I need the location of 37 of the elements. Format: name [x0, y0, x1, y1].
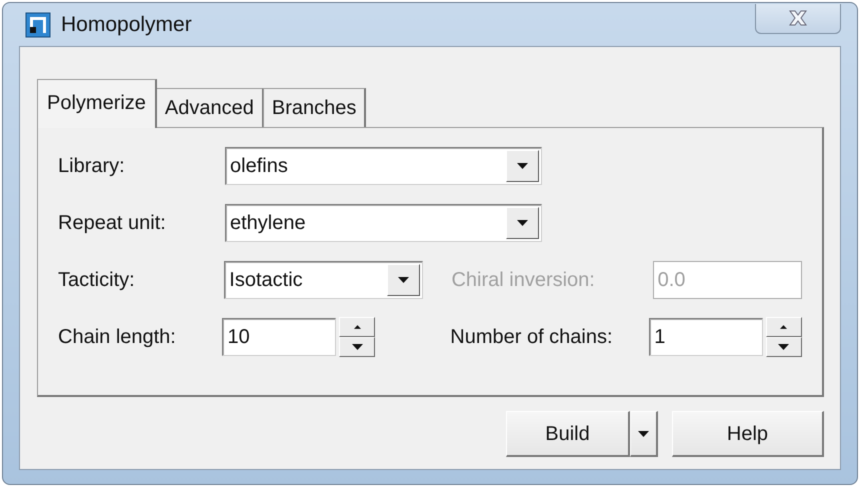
dropdown[interactable]: ethylene	[225, 204, 542, 242]
dropdown-arrow-button[interactable]	[506, 206, 539, 238]
input-field: 0.0	[652, 260, 802, 298]
tab[interactable]: Branches	[262, 88, 366, 127]
input-field[interactable]: 10	[222, 318, 336, 356]
help-button[interactable]: Help	[672, 411, 824, 457]
dropdown[interactable]: Isotactic	[224, 260, 424, 298]
down-arrow-icon	[778, 344, 790, 350]
spin-down-button[interactable]	[766, 336, 802, 356]
caret-icon	[398, 276, 410, 282]
field-label: Tacticity:	[58, 268, 136, 292]
close-button[interactable]	[755, 4, 841, 34]
app-icon	[25, 12, 51, 38]
close-icon	[788, 10, 808, 26]
spin-up-button[interactable]	[766, 316, 802, 336]
up-arrow-icon	[780, 324, 788, 328]
caret-icon	[517, 162, 528, 168]
field-label: Repeat unit:	[58, 210, 167, 236]
dropdown[interactable]: olefins	[225, 146, 542, 184]
field-label: Number of chains:	[450, 324, 614, 350]
field-label: Library:	[58, 154, 126, 178]
up-arrow-icon	[354, 324, 361, 328]
down-arrow-icon	[352, 344, 363, 350]
build-button[interactable]: Build	[506, 411, 630, 457]
caret-icon	[517, 220, 528, 226]
dropdown-arrow-button[interactable]	[630, 411, 658, 457]
caret-icon	[638, 431, 649, 438]
input-field[interactable]: 1	[649, 318, 763, 356]
spin-up-button[interactable]	[338, 316, 376, 336]
dropdown-arrow-button[interactable]	[506, 150, 539, 182]
field-label: Chiral inversion:	[451, 268, 596, 292]
tab[interactable]: Advanced	[156, 88, 264, 127]
spin-down-button[interactable]	[338, 336, 376, 356]
tab[interactable]: Polymerize	[37, 79, 157, 128]
dropdown-arrow-button[interactable]	[387, 264, 420, 296]
field-label: Chain length:	[58, 324, 177, 350]
window-title: Homopolymer	[61, 12, 192, 38]
